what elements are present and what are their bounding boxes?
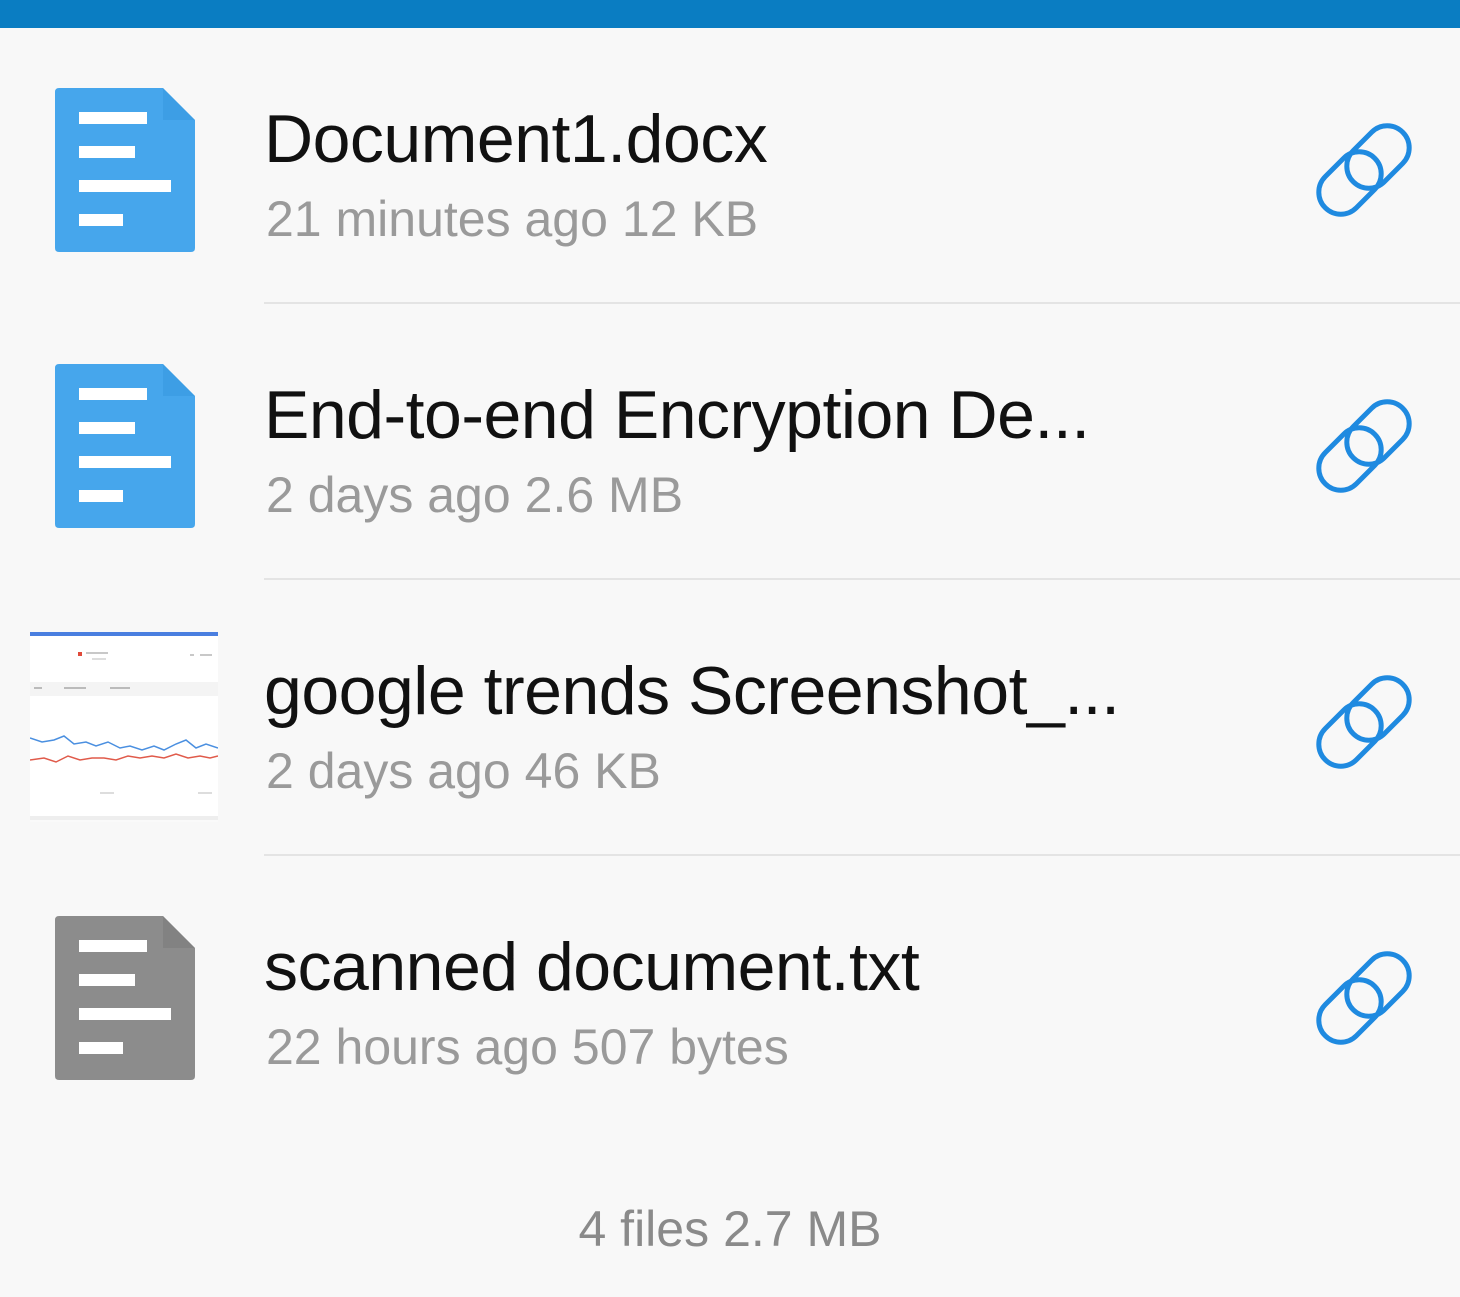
- file-row[interactable]: google trends Screenshot_... 2 days ago 4…: [0, 580, 1460, 856]
- share-link-icon[interactable]: [1306, 940, 1422, 1056]
- file-size: 2.6 MB: [524, 467, 684, 523]
- file-modified: 2 days ago: [266, 743, 511, 799]
- file-size: 46 KB: [524, 743, 661, 799]
- file-name: scanned document.txt: [264, 929, 920, 1005]
- file-name: Document1.docx: [264, 101, 768, 177]
- file-row[interactable]: scanned document.txt 22 hours ago 507 byt…: [0, 856, 1460, 1132]
- document-icon: [55, 364, 195, 528]
- file-row[interactable]: End-to-end Encryption De... 2 days ago 2.…: [0, 304, 1460, 580]
- file-count: 4 files: [578, 1201, 710, 1257]
- file-list: Document1.docx 21 minutes ago 12 KB End-t…: [0, 28, 1460, 1132]
- text-file-icon: [55, 916, 195, 1080]
- image-thumbnail: [30, 632, 218, 822]
- file-meta: 2 days ago 2.6 MB: [266, 466, 683, 524]
- file-name: End-to-end Encryption De...: [264, 377, 1090, 453]
- file-modified: 22 hours ago: [266, 1019, 558, 1075]
- share-link-icon[interactable]: [1306, 388, 1422, 504]
- file-meta: 2 days ago 46 KB: [266, 742, 661, 800]
- file-meta: 21 minutes ago 12 KB: [266, 190, 758, 248]
- total-size: 2.7 MB: [723, 1201, 882, 1257]
- file-size: 12 KB: [621, 191, 759, 247]
- file-name: google trends Screenshot_...: [264, 653, 1120, 729]
- share-link-icon[interactable]: [1306, 112, 1422, 228]
- file-size: 507 bytes: [571, 1019, 789, 1075]
- file-meta: 22 hours ago 507 bytes: [266, 1018, 789, 1076]
- file-modified: 2 days ago: [266, 467, 511, 523]
- footer-summary: 4 files 2.7 MB: [0, 1200, 1460, 1258]
- document-icon: [55, 88, 195, 252]
- top-bar: [0, 0, 1460, 28]
- share-link-icon[interactable]: [1306, 664, 1422, 780]
- file-row[interactable]: Document1.docx 21 minutes ago 12 KB: [0, 28, 1460, 304]
- file-modified: 21 minutes ago: [266, 191, 608, 247]
